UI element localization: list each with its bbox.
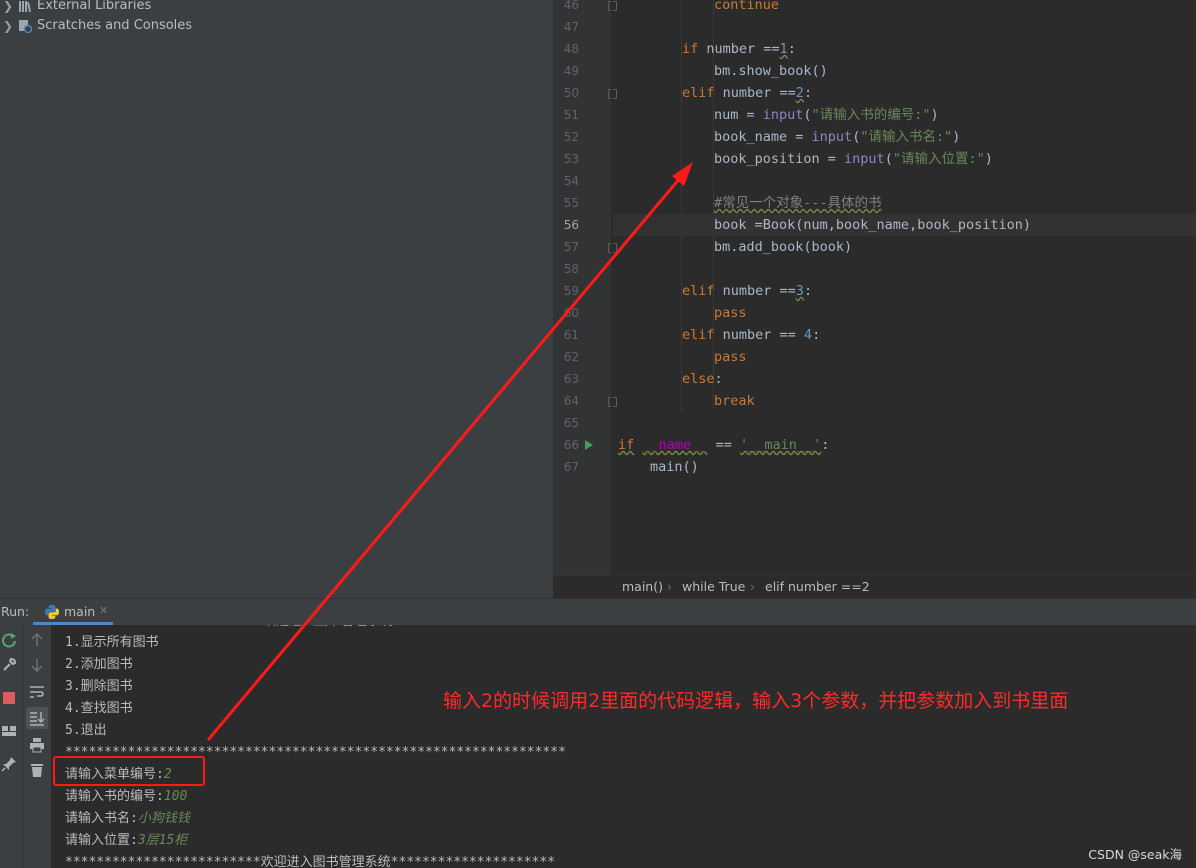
line-number: 61 <box>563 328 579 342</box>
tab-main[interactable]: main ✕ <box>33 599 113 625</box>
breadcrumb-item[interactable]: elif number ==2 <box>765 576 870 597</box>
tree-item-label: External Libraries <box>37 0 152 13</box>
code-line: pass <box>714 349 747 365</box>
code-line: book_name = input("请输入书名:") <box>714 129 961 145</box>
line-number: 50 <box>563 86 579 100</box>
line-number: 52 <box>563 130 579 144</box>
libraries-icon <box>19 1 32 13</box>
line-number: 57 <box>563 240 579 254</box>
code-line: continue <box>714 0 780 13</box>
line-number: 67 <box>563 460 579 474</box>
code-line: num = input("请输入书的编号:") <box>714 107 939 123</box>
menu-line: 5.退出 <box>65 723 107 738</box>
prompt-input: 100 <box>163 789 188 804</box>
line-number: 58 <box>563 262 579 276</box>
line-number: 55 <box>563 196 579 210</box>
line-number-gutter: 46 47 48 49 50 51 52 53 54 55 56 57 58 5… <box>553 0 617 575</box>
breadcrumb-item[interactable]: main() <box>622 576 663 597</box>
code-line: main() <box>650 459 699 475</box>
breadcrumb: main() › while True › elif number ==2 <box>553 575 1196 598</box>
console-toolbar <box>23 625 51 868</box>
code-line-current: book =Book(num,book_name,book_position) <box>613 214 1196 236</box>
stop-icon[interactable] <box>1 690 17 706</box>
prompt-label: 请输入书名: <box>65 811 138 826</box>
code-line: elif number ==3: <box>682 283 813 299</box>
code-line: if number ==1: <box>682 41 796 57</box>
line-number: 64 <box>563 394 579 408</box>
watermark: CSDN @seak海 <box>1088 847 1182 862</box>
line-number: 46 <box>563 0 579 12</box>
code-line: #常见一个对象---具体的书 <box>714 195 882 211</box>
prompt-label: 请输入书的编号: <box>65 789 164 804</box>
scratches-icon <box>19 20 32 33</box>
code-line: break <box>714 393 755 409</box>
prompt-label: 请输入位置: <box>65 833 138 848</box>
line-number: 65 <box>563 416 579 430</box>
run-toolbar <box>0 625 23 868</box>
run-tool-header: Run: main ✕ <box>0 598 1196 626</box>
scroll-to-end-toggle[interactable] <box>26 707 48 729</box>
highlight-box <box>53 756 205 786</box>
code-line: elif number == 4: <box>682 327 821 343</box>
code-line: bm.add_book(book) <box>714 239 853 255</box>
prompt-line: 请输入位置:3层15柜 <box>65 830 187 852</box>
run-gutter-icon[interactable] <box>585 440 593 450</box>
prompt-input: 3层15柜 <box>137 833 188 848</box>
menu-line: 1.显示所有图书 <box>65 635 159 650</box>
line-number: 49 <box>563 64 579 78</box>
line-number: 63 <box>563 372 579 386</box>
line-number: 54 <box>563 174 579 188</box>
project-tool-window: ❯ External Libraries ❯ Scratches and Con… <box>0 0 553 598</box>
line-number: 48 <box>563 42 579 56</box>
console-output[interactable]: 欢迎进入图书管理系统 1.显示所有图书 2.添加图书 3.删除图书 4.查找图书… <box>52 625 1196 868</box>
code-line: if __name__ == '__main__': <box>618 437 830 453</box>
close-icon[interactable]: ✕ <box>99 604 108 617</box>
print-icon[interactable] <box>29 737 45 753</box>
code-line: else: <box>682 371 723 387</box>
annotation-text: 输入2的时候调用2里面的代码逻辑，输入3个参数，并把参数加入到书里面 <box>443 690 1069 712</box>
line-number: 62 <box>563 350 579 364</box>
code-line: pass <box>714 305 747 321</box>
trash-icon[interactable] <box>29 762 45 778</box>
layout-icon[interactable] <box>1 723 17 739</box>
arrow-up-icon[interactable] <box>29 632 45 648</box>
breadcrumb-separator: › <box>750 579 755 594</box>
banner-line: *************************欢迎进入图书管理系统*****… <box>65 855 556 868</box>
menu-line: 4.查找图书 <box>65 701 133 716</box>
line-number: 51 <box>563 108 579 122</box>
breadcrumb-separator: › <box>667 579 672 594</box>
code-area[interactable]: continue if number ==1: bm.show_book() e… <box>613 0 1196 575</box>
chevron-right-icon[interactable]: ❯ <box>3 16 13 36</box>
line-number: 53 <box>563 152 579 166</box>
arrow-down-icon[interactable] <box>29 657 45 673</box>
line-number: 66 <box>563 438 579 452</box>
breadcrumb-item[interactable]: while True <box>682 576 745 597</box>
tree-item-label: Scratches and Consoles <box>37 18 193 33</box>
prompt-line: 请输入书的编号:100 <box>65 786 187 808</box>
menu-line: 2.添加图书 <box>65 657 133 672</box>
pin-icon[interactable] <box>1 756 17 772</box>
prompt-input: 小狗钱钱 <box>137 811 190 826</box>
tab-label: main <box>64 604 96 619</box>
console-line: 欢迎进入图书管理系统 <box>263 625 393 633</box>
line-number: 47 <box>563 20 579 34</box>
code-line: bm.show_book() <box>714 63 828 79</box>
line-number: 60 <box>563 306 579 320</box>
rerun-icon[interactable] <box>1 632 17 648</box>
code-line: book_position = input("请输入位置:") <box>714 151 993 167</box>
code-editor[interactable]: 46 47 48 49 50 51 52 53 54 55 56 57 58 5… <box>553 0 1196 575</box>
wrench-icon[interactable] <box>1 657 17 673</box>
scroll-to-end-icon <box>30 712 45 726</box>
line-number: 59 <box>563 284 579 298</box>
run-label: Run: <box>1 604 30 619</box>
code-line: elif number ==2: <box>682 85 813 101</box>
soft-wrap-icon[interactable] <box>29 684 45 700</box>
prompt-line: 请输入书名:小狗钱钱 <box>65 808 190 830</box>
chevron-right-icon[interactable]: ❯ <box>3 0 13 16</box>
menu-line: 3.删除图书 <box>65 679 133 694</box>
python-icon <box>45 605 59 619</box>
line-number: 56 <box>563 218 579 232</box>
